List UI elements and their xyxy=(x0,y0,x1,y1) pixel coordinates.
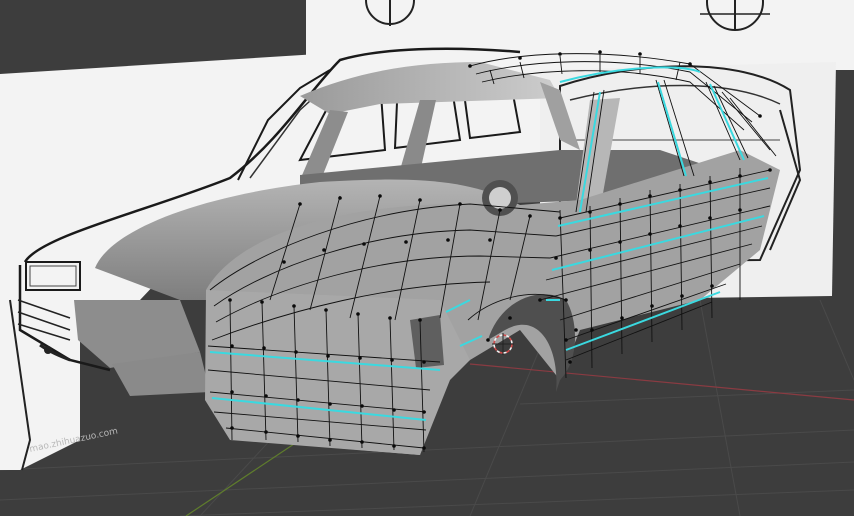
3d-viewport[interactable]: mao.zhihuazuo.com xyxy=(0,0,854,516)
viewport-canvas[interactable]: mao.zhihuazuo.com xyxy=(0,0,854,516)
x-axis-line xyxy=(469,363,854,401)
y-axis-line xyxy=(185,439,301,516)
